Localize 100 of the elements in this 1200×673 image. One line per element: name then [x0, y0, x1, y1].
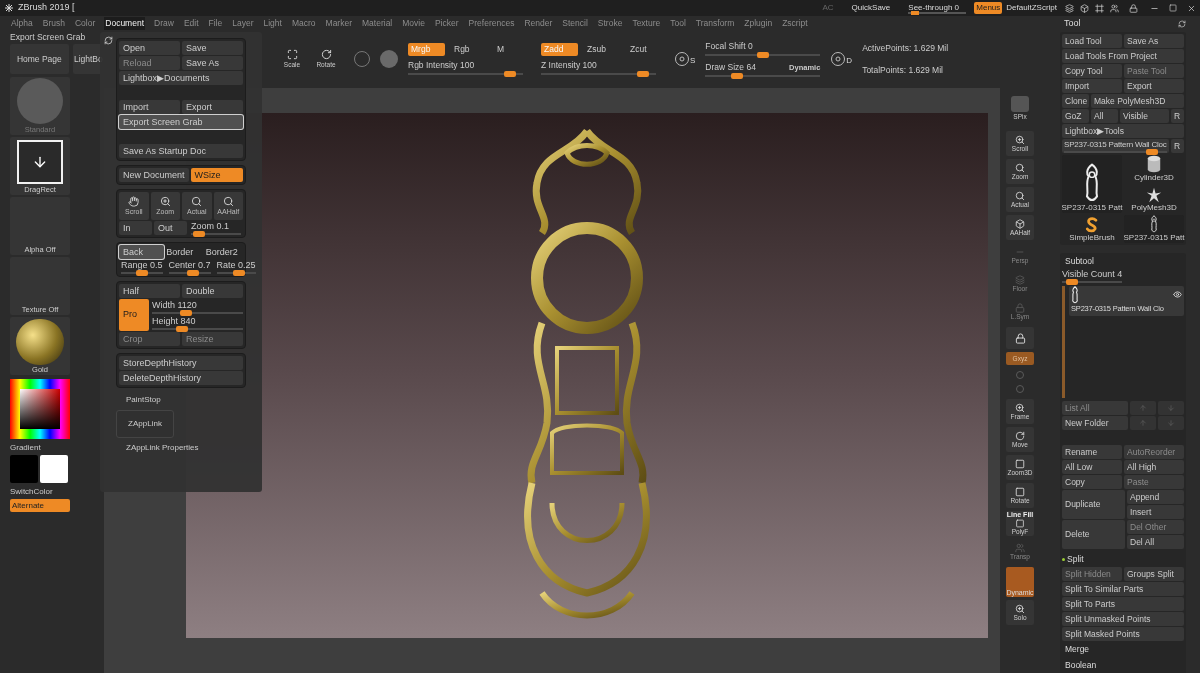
slider-track[interactable] — [908, 11, 967, 14]
panel-button[interactable]: Groups Split — [1124, 566, 1184, 581]
panel-button[interactable]: Split Unmasked Points — [1062, 611, 1184, 626]
menu-item[interactable]: Stencil — [561, 16, 589, 30]
menu-button[interactable]: New Document — [119, 168, 189, 182]
panel-button[interactable]: Append — [1127, 489, 1184, 504]
slider-thumb[interactable] — [1065, 278, 1078, 285]
menu-button[interactable]: WSize — [190, 168, 243, 182]
slider-thumb[interactable] — [911, 10, 920, 15]
menu-item[interactable]: Transform — [694, 16, 736, 30]
panel-button[interactable]: R — [1171, 139, 1184, 153]
panel-button[interactable]: All Low — [1062, 459, 1122, 474]
slider-thumb[interactable] — [232, 270, 245, 276]
tool-thumbnail[interactable]: SP237-0315 Patt — [1062, 155, 1122, 213]
mode-toggle[interactable]: Zsub — [584, 43, 621, 56]
pro-toggle[interactable]: Pro — [119, 299, 149, 331]
menu-item[interactable]: Marker — [324, 16, 353, 30]
menu-button[interactable]: Save As Startup Doc — [119, 144, 243, 158]
panel-button[interactable]: Import — [1062, 79, 1122, 93]
menu-item[interactable]: Tool — [669, 16, 687, 30]
panel-button[interactable]: Split To Parts — [1062, 596, 1184, 611]
panel-button[interactable]: Rename — [1062, 444, 1122, 459]
mode-toggle[interactable]: Zcut — [627, 43, 664, 56]
slider-track[interactable] — [152, 311, 243, 314]
mode-toggle[interactable]: M — [494, 43, 531, 56]
menu-button[interactable]: Out — [154, 221, 187, 235]
menu-item[interactable]: Layer — [231, 16, 255, 30]
slider-thumb[interactable] — [186, 270, 199, 276]
menu-item[interactable]: Movie — [401, 16, 426, 30]
panel-button[interactable]: Insert — [1127, 504, 1184, 519]
option-label[interactable]: Border2 — [205, 245, 243, 259]
menu-item[interactable]: Edit — [182, 16, 200, 30]
menu-button[interactable]: Double — [182, 284, 243, 298]
menu-item[interactable]: Render — [523, 16, 554, 30]
menu-button[interactable]: Import — [119, 100, 180, 114]
mode-toggle[interactable]: Rgb — [451, 43, 488, 56]
section-title[interactable]: Boolean — [1062, 657, 1184, 673]
menu-item[interactable]: Brush — [41, 16, 66, 30]
subtool-scrollbar[interactable] — [1062, 285, 1065, 398]
panel-button[interactable]: Delete — [1062, 519, 1125, 549]
zapplink-button[interactable]: ZAppLink — [116, 410, 174, 438]
color-picker[interactable] — [10, 379, 70, 439]
option-label[interactable]: Border — [166, 245, 204, 259]
menu-button[interactable]: Half — [119, 284, 180, 298]
panel-button[interactable]: GoZ — [1062, 109, 1089, 123]
menu-item[interactable]: Picker — [433, 16, 460, 30]
tool-thumbnail[interactable]: SP237-0315 Patt — [1124, 215, 1184, 243]
shelf-button[interactable]: Home Page — [10, 44, 69, 74]
slider-track[interactable] — [152, 327, 243, 330]
panel-button[interactable]: Visible — [1120, 109, 1169, 123]
tool-thumbnail[interactable]: SimpleBrush — [1062, 215, 1122, 243]
menu-button[interactable]: Back — [119, 245, 165, 259]
slider-track[interactable] — [1062, 280, 1122, 283]
panel-button[interactable]: Export — [1124, 79, 1184, 93]
panel-button[interactable]: All High — [1124, 459, 1184, 474]
slider-thumb[interactable] — [175, 325, 188, 332]
lock-button[interactable] — [1006, 327, 1034, 349]
panel-button[interactable]: Load Tool — [1062, 34, 1122, 48]
menu-button[interactable]: In — [119, 221, 152, 235]
slider-thumb[interactable] — [1145, 149, 1158, 155]
menu-button[interactable]: Export — [182, 100, 243, 114]
panel-button[interactable]: Copy — [1062, 474, 1122, 489]
slider-thumb[interactable] — [731, 73, 744, 80]
menu-item[interactable]: Document — [104, 16, 146, 30]
panel-button[interactable]: Clone — [1062, 94, 1089, 108]
menu-button[interactable]: StoreDepthHistory — [119, 356, 243, 370]
menu-item[interactable]: Texture — [631, 16, 662, 30]
panel-button[interactable]: New Folder — [1062, 415, 1128, 430]
slider-thumb[interactable] — [756, 51, 769, 58]
panel-button[interactable]: Copy Tool — [1062, 64, 1122, 78]
quicksave-button[interactable]: QuickSave — [851, 2, 891, 14]
switch-color-button[interactable]: SwitchColor — [10, 485, 104, 499]
slider-thumb[interactable] — [636, 71, 649, 77]
panel-button[interactable]: Split To Similar Parts — [1062, 581, 1184, 596]
menu-item[interactable]: File — [207, 16, 224, 30]
slider-thumb[interactable] — [135, 270, 148, 276]
slider-thumb[interactable] — [192, 231, 205, 237]
panel-button[interactable]: All — [1091, 109, 1118, 123]
tool-thumbnail[interactable]: PolyMesh3D — [1124, 185, 1184, 213]
section-title[interactable]: Merge — [1062, 641, 1184, 657]
menu-item[interactable]: Light — [262, 16, 283, 30]
menu-item[interactable]: Zplugin — [743, 16, 774, 30]
menu-item[interactable]: Alpha — [10, 16, 34, 30]
tool-thumbnail[interactable]: Cylinder3D — [1124, 155, 1184, 183]
panel-button[interactable]: R — [1171, 109, 1184, 123]
menu-button[interactable]: Save — [182, 41, 243, 55]
panel-button[interactable]: Split Masked Points — [1062, 626, 1184, 641]
panel-button[interactable]: Save As — [1124, 34, 1184, 48]
secondary-color-swatch[interactable] — [40, 455, 68, 483]
menu-item[interactable]: Draw — [153, 16, 175, 30]
menu-item[interactable]: Color — [73, 16, 97, 30]
alternate-toggle[interactable]: Alternate — [10, 499, 70, 512]
menu-item[interactable]: Stroke — [596, 16, 624, 30]
main-color-swatch[interactable] — [10, 455, 38, 483]
menu-button[interactable]: Open — [119, 41, 180, 55]
menu-button[interactable]: DeleteDepthHistory — [119, 371, 243, 385]
menus-toggle[interactable]: Menus — [974, 2, 1003, 14]
menu-button[interactable]: Lightbox▶Documents — [119, 71, 243, 85]
panel-button[interactable]: Make PolyMesh3D — [1091, 94, 1184, 108]
menu-item[interactable]: Preferences — [467, 16, 516, 30]
